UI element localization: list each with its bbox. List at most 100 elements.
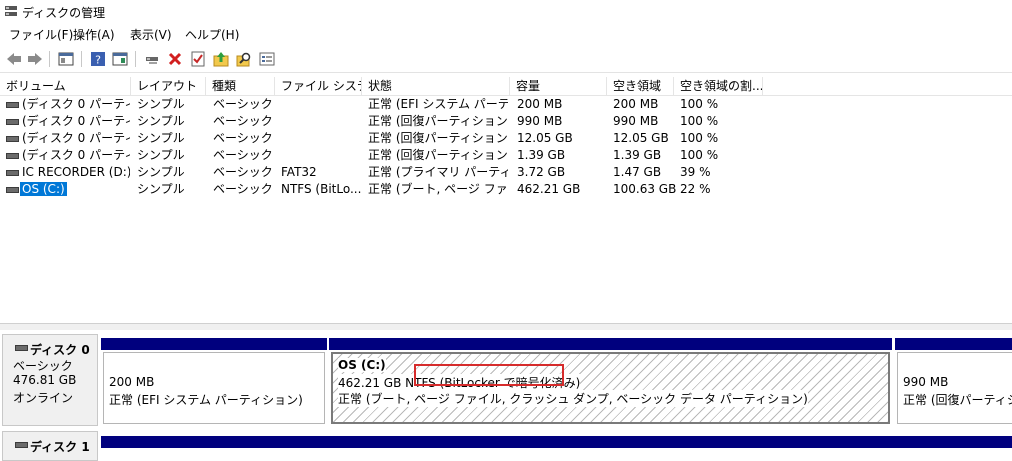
cell-volume: (ディスク 0 パーティシ...	[22, 114, 130, 128]
cell-volume: (ディスク 0 パーティシ...	[22, 148, 130, 162]
list-header: ボリューム レイアウト 種類 ファイル システム 状態 容量 空き領域 空き領域…	[0, 77, 1012, 96]
volume-list: ボリューム レイアウト 種類 ファイル システム 状態 容量 空き領域 空き領域…	[0, 77, 1012, 323]
partition-status: 正常 (回復パーティショ	[903, 393, 1012, 407]
search-icon[interactable]	[234, 49, 254, 69]
table-row[interactable]: (ディスク 0 パーティシ... シンプル ベーシック 正常 (回復パーティショ…	[0, 147, 1012, 164]
column-header-volume[interactable]: ボリューム	[0, 77, 131, 95]
cell-type: ベーシック	[213, 131, 273, 145]
table-row-selected[interactable]: OS (C:) シンプル ベーシック NTFS (BitLo... 正常 (ブー…	[0, 181, 1012, 198]
cell-capacity: 1.39 GB	[517, 148, 566, 162]
console-tree-icon[interactable]	[56, 49, 76, 69]
volume-icon	[6, 170, 19, 176]
disk-1-partition-bar[interactable]	[101, 436, 1012, 456]
cell-status: 正常 (回復パーティション)	[368, 148, 508, 162]
menu-help[interactable]: ヘルプ(H)	[185, 26, 239, 43]
partition-body: 200 MB 正常 (EFI システム パーティション)	[103, 352, 325, 424]
column-header-filesystem[interactable]: ファイル システム	[275, 77, 362, 95]
column-header-layout[interactable]: レイアウト	[131, 77, 206, 95]
cell-layout: シンプル	[137, 148, 185, 162]
cell-free-space: 100.63 GB	[613, 182, 677, 196]
partition-header-bar	[329, 338, 892, 350]
column-header-type[interactable]: 種類	[206, 77, 275, 95]
disk-1-label[interactable]: ディスク 1	[2, 431, 98, 461]
partition-size: 990 MB	[903, 375, 949, 389]
cell-free-space: 1.47 GB	[613, 165, 662, 179]
cell-status: 正常 (回復パーティション)	[368, 131, 508, 145]
column-header-free-space[interactable]: 空き領域	[607, 77, 674, 95]
partition-efi[interactable]: 200 MB 正常 (EFI システム パーティション)	[101, 338, 327, 426]
toolbar-separator	[49, 51, 50, 67]
partition-body: 990 MB 正常 (回復パーティショ	[897, 352, 1012, 424]
toolbar: ?	[0, 46, 1012, 73]
cell-layout: シンプル	[137, 165, 185, 179]
cell-capacity: 12.05 GB	[517, 131, 573, 145]
menu-view[interactable]: 表示(V)	[130, 26, 172, 43]
cell-percent-free: 100 %	[680, 114, 719, 128]
cell-percent-free: 100 %	[680, 148, 719, 162]
cell-filesystem: NTFS (BitLo...	[281, 182, 361, 196]
partition-header-bar	[101, 436, 1012, 448]
volume-icon	[6, 102, 19, 108]
up-folder-icon[interactable]	[211, 49, 231, 69]
table-row[interactable]: (ディスク 0 パーティシ... シンプル ベーシック 正常 (EFI システム…	[0, 96, 1012, 113]
cell-volume: OS (C:)	[20, 181, 130, 198]
column-header-percent-free[interactable]: 空き領域の割...	[674, 77, 763, 95]
menu-bar: ファイル(F) 操作(A) 表示(V) ヘルプ(H)	[0, 24, 1012, 44]
volume-icon	[6, 136, 19, 142]
toolbar-separator	[81, 51, 82, 67]
menu-file[interactable]: ファイル(F)	[9, 26, 73, 43]
partition-size: 200 MB	[109, 375, 155, 389]
cell-layout: シンプル	[137, 131, 185, 145]
disk-0-type: ベーシック	[13, 359, 73, 373]
cell-volume: (ディスク 0 パーティシ...	[22, 97, 130, 111]
cell-type: ベーシック	[213, 182, 273, 196]
disk-0-label[interactable]: ディスク 0 ベーシック 476.81 GB オンライン	[2, 334, 98, 426]
cell-percent-free: 100 %	[680, 131, 719, 145]
pane-splitter[interactable]	[0, 323, 1012, 330]
help-icon[interactable]: ?	[88, 49, 108, 69]
partition-recovery[interactable]: 990 MB 正常 (回復パーティショ	[895, 338, 1012, 426]
partition-status: 正常 (EFI システム パーティション)	[109, 393, 303, 407]
disk-map: ディスク 0 ベーシック 476.81 GB オンライン 200 MB 正常 (…	[0, 330, 1012, 461]
cell-layout: シンプル	[137, 182, 185, 196]
partition-status: 正常 (ブート, ページ ファイル, クラッシュ ダンプ, ベーシック データ …	[338, 390, 808, 407]
disk-0-name: ディスク 0	[30, 343, 90, 357]
partition-header-bar	[101, 338, 327, 350]
menu-action[interactable]: 操作(A)	[73, 26, 115, 43]
cell-status: 正常 (EFI システム パーティ...	[368, 97, 508, 111]
connect-icon[interactable]	[142, 49, 162, 69]
cell-status: 正常 (回復パーティション)	[368, 114, 508, 128]
cell-percent-free: 39 %	[680, 165, 711, 179]
toolbar-separator	[135, 51, 136, 67]
properties-icon[interactable]	[110, 49, 130, 69]
cell-type: ベーシック	[213, 165, 273, 179]
table-row[interactable]: (ディスク 0 パーティシ... シンプル ベーシック 正常 (回復パーティショ…	[0, 113, 1012, 130]
back-arrow-icon[interactable]	[4, 49, 24, 69]
volume-icon	[6, 187, 19, 193]
cell-filesystem: FAT32	[281, 165, 317, 179]
partition-header-bar	[895, 338, 1012, 350]
cell-layout: シンプル	[137, 114, 185, 128]
cell-percent-free: 100 %	[680, 97, 719, 111]
forward-arrow-icon[interactable]	[25, 49, 45, 69]
list-view-icon[interactable]	[257, 49, 277, 69]
volume-icon	[6, 119, 19, 125]
cell-volume: (ディスク 0 パーティシ...	[22, 131, 130, 145]
check-icon[interactable]	[188, 49, 208, 69]
cell-capacity: 3.72 GB	[517, 165, 566, 179]
disk-1-name: ディスク 1	[30, 440, 90, 454]
column-header-status[interactable]: 状態	[362, 77, 510, 95]
column-header-capacity[interactable]: 容量	[510, 77, 607, 95]
selected-volume-label: OS (C:)	[20, 182, 67, 196]
table-row[interactable]: (ディスク 0 パーティシ... シンプル ベーシック 正常 (回復パーティショ…	[0, 130, 1012, 147]
cell-layout: シンプル	[137, 97, 185, 111]
disk-icon	[15, 345, 28, 351]
partition-title: OS (C:)	[338, 358, 386, 372]
window-title: ディスクの管理	[22, 6, 106, 20]
partition-body-selected: OS (C:) 462.21 GB NTFS (BitLocker で暗号化済み…	[331, 352, 890, 424]
delete-icon[interactable]	[165, 49, 185, 69]
cell-status: 正常 (ブート, ページ ファイル...	[368, 182, 508, 196]
svg-text:?: ?	[95, 54, 101, 67]
cell-free-space: 1.39 GB	[613, 148, 662, 162]
table-row[interactable]: IC RECORDER (D:) シンプル ベーシック FAT32 正常 (プラ…	[0, 164, 1012, 181]
